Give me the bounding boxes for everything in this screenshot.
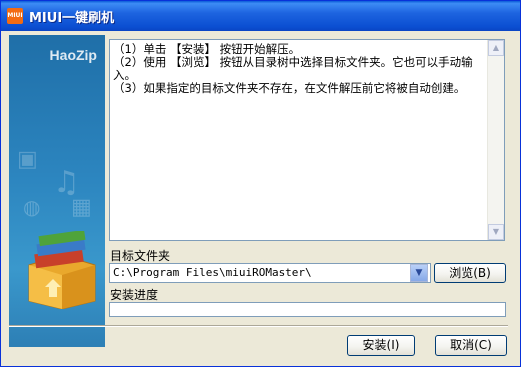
cancel-button[interactable]: 取消(C) (435, 335, 507, 356)
globe-icon: ◍ (23, 195, 41, 219)
target-folder-label: 目标文件夹 (110, 249, 171, 263)
divider (9, 325, 508, 327)
install-progress-label: 安装进度 (110, 288, 159, 302)
miui-app-icon: MIUI (7, 8, 23, 24)
brand-side-panel: HaoZip ♫ ▣ ▦ ◍ (9, 35, 105, 347)
target-folder-input[interactable]: C:\Program Files\miuiROMaster\ (109, 263, 431, 283)
instruction-line: （3）如果指定的目标文件夹不存在，在文件解压前它将被自动创建。 (113, 81, 466, 95)
title-bar[interactable]: MIUI MIUI一键刷机 (1, 1, 520, 31)
window-body: HaoZip ♫ ▣ ▦ ◍ （1）单击 【安装】 按钮开始解压。 （2）使用 … (5, 31, 516, 363)
haozip-brand-label: HaoZip (49, 47, 97, 63)
scroll-down-arrow-icon[interactable]: ▼ (488, 224, 504, 240)
vertical-scrollbar[interactable]: ▲ ▼ (487, 40, 504, 240)
window-title: MIUI一键刷机 (29, 11, 115, 26)
photo-icon: ▣ (17, 147, 38, 172)
film-icon: ▦ (71, 195, 92, 220)
instruction-line: （2）使用 【浏览】 按钮从目录树中选择目标文件夹。它也可以手动输入。 (113, 55, 473, 82)
install-button[interactable]: 安装(I) (347, 335, 415, 356)
instructions-text: （1）单击 【安装】 按钮开始解压。 （2）使用 【浏览】 按钮从目录树中选择目… (113, 43, 485, 95)
install-progress-bar (109, 302, 506, 317)
browse-button[interactable]: 浏览(B) (434, 263, 506, 283)
scroll-up-arrow-icon[interactable]: ▲ (488, 40, 504, 56)
instructions-textbox[interactable]: （1）单击 【安装】 按钮开始解压。 （2）使用 【浏览】 按钮从目录树中选择目… (109, 39, 505, 241)
package-box-icon (28, 231, 96, 309)
dropdown-arrow-icon[interactable]: ▼ (410, 264, 428, 282)
installer-window: MIUI MIUI一键刷机 HaoZip ♫ ▣ ▦ ◍ （1）单击 【安装】 … (0, 0, 521, 367)
